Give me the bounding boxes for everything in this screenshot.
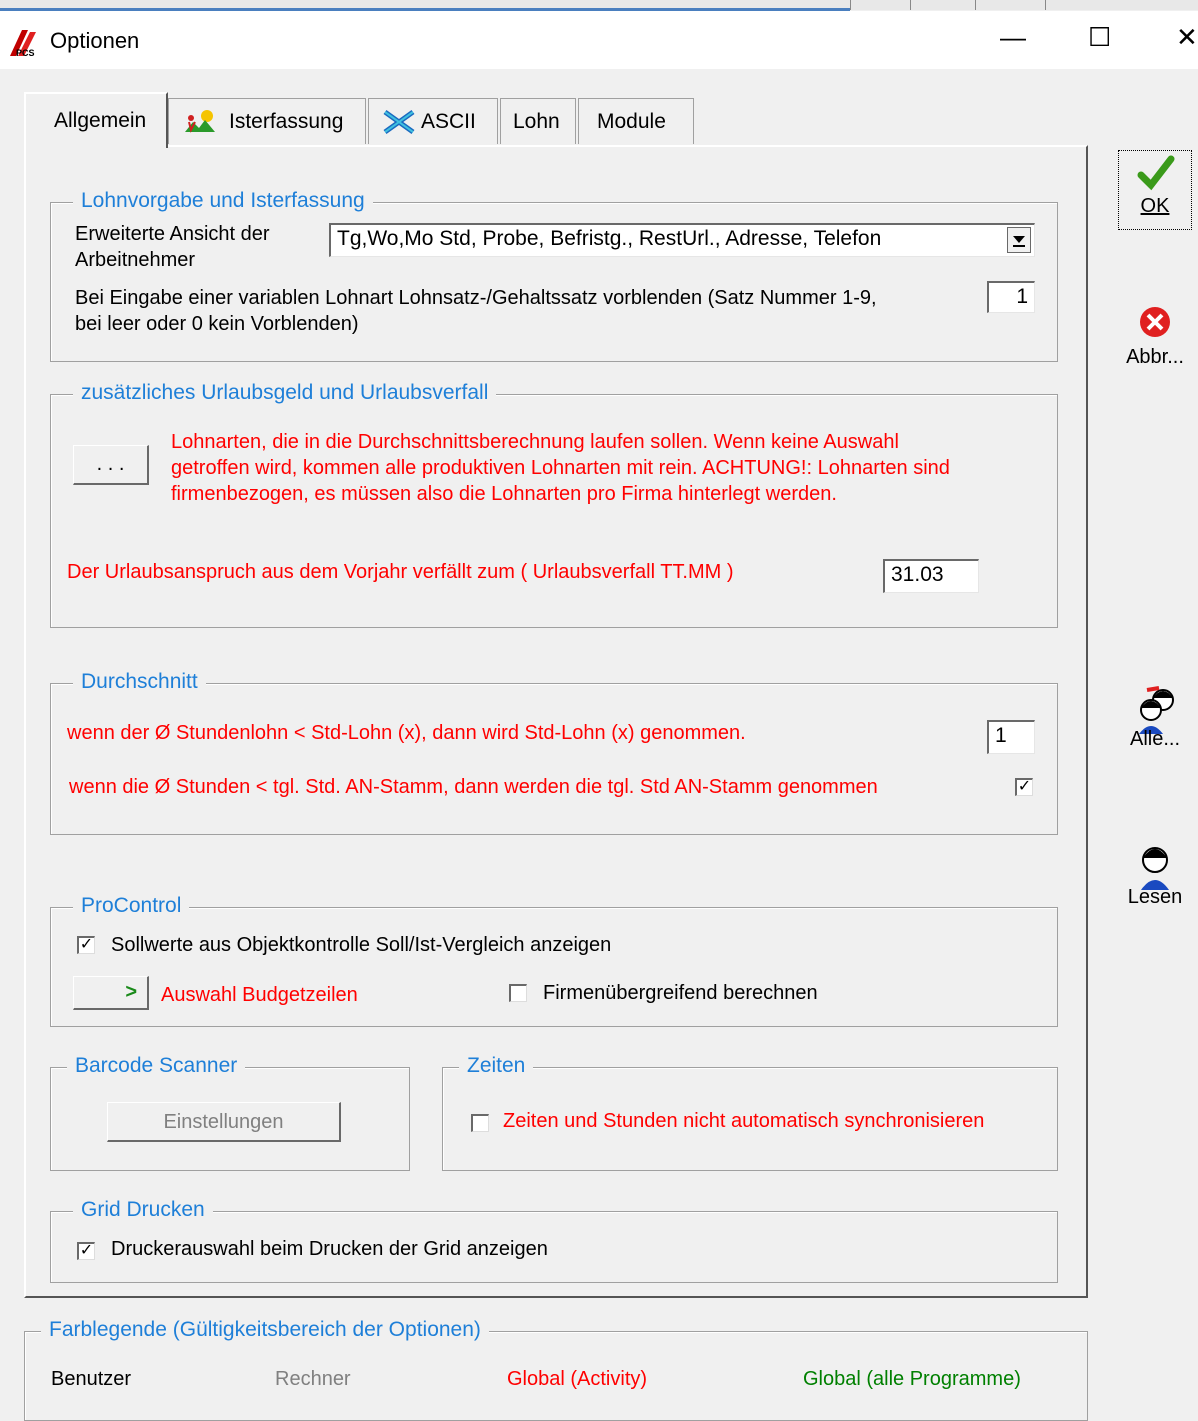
group-legend: Farblegende (Gültigkeitsbereich der Opti… <box>41 1318 489 1342</box>
legend-global-alle: Global (alle Programme) <box>803 1368 1021 1390</box>
ok-label: OK <box>1140 195 1170 217</box>
ascii-icon <box>383 109 415 134</box>
alle-label: Alle... <box>1129 728 1181 750</box>
svg-text:PCS: PCS <box>16 48 35 58</box>
group-legend: Lohnvorgabe und Isterfassung <box>73 189 373 213</box>
ok-button[interactable]: OK <box>1118 150 1192 230</box>
legend-benutzer: Benutzer <box>51 1368 132 1390</box>
budget-select-button[interactable]: > <box>73 976 149 1010</box>
tab-label: Allgemein <box>54 109 147 132</box>
tab-label: Lohn <box>513 109 560 133</box>
lesen-button[interactable]: Lesen <box>1118 838 1192 922</box>
group-lohnvorgabe: Lohnvorgabe und Isterfassung Erweiterte … <box>50 189 1058 362</box>
tab-module[interactable]: Module <box>578 98 694 144</box>
stundenlohn-input[interactable]: 1 <box>987 720 1035 754</box>
erweiterte-label: Erweiterte Ansicht der <box>75 223 270 245</box>
lesen-label: Lesen <box>1127 886 1183 908</box>
variable-label: Bei Eingabe einer variablen Lohnart Lohn… <box>75 287 877 309</box>
checkmark-icon <box>1137 155 1175 191</box>
select-value: Tg,Wo,Mo Std, Probe, Befristg., RestUrl.… <box>337 227 882 250</box>
erweiterte-label-2: Arbeitnehmer <box>75 249 196 271</box>
tab-label: Isterfassung <box>229 109 344 133</box>
stundenlohn-label: wenn der Ø Stundenlohn < Std-Lohn (x), d… <box>67 722 746 744</box>
tab-ascii[interactable]: ASCII <box>368 98 498 144</box>
variable-label-2: bei leer oder 0 kein Vorblenden) <box>75 313 359 335</box>
group-legend: ProControl <box>73 894 190 918</box>
group-legend: Barcode Scanner <box>67 1054 246 1078</box>
tab-allgemein[interactable]: Allgemein <box>24 92 168 148</box>
zeiten-label: Zeiten und Stunden nicht automatisch syn… <box>503 1110 985 1132</box>
cancel-button[interactable]: Abbr... <box>1118 304 1192 374</box>
sollwerte-label: Sollwerte aus Objektkontrolle Soll/Ist-V… <box>111 934 612 956</box>
maximize-button[interactable]: ☐ <box>1088 22 1111 53</box>
budget-label: Auswahl Budgetzeilen <box>161 984 358 1006</box>
erweiterte-select[interactable]: Tg,Wo,Mo Std, Probe, Befristg., RestUrl.… <box>329 223 1035 257</box>
close-button[interactable]: ✕ <box>1176 22 1198 53</box>
group-legend: zusätzliches Urlaubsgeld und Urlaubsverf… <box>73 381 497 405</box>
group-grid-drucken: Grid Drucken ✓ Druckerauswahl beim Druck… <box>50 1198 1058 1283</box>
lohnarten-select-button[interactable]: . . . <box>73 445 149 485</box>
isterfassung-icon <box>185 109 215 133</box>
zeiten-checkbox[interactable] <box>471 1114 489 1132</box>
app-logo-icon: PCS <box>10 30 36 58</box>
group-legend: Durchschnitt <box>73 670 206 694</box>
group-durchschnitt: Durchschnitt wenn der Ø Stundenlohn < St… <box>50 670 1058 835</box>
tab-label: Module <box>597 109 666 133</box>
alle-button[interactable]: Alle... <box>1118 684 1192 768</box>
cancel-label: Abbr... <box>1126 346 1184 368</box>
group-legend: Grid Drucken <box>73 1198 213 1222</box>
urlaubsverfall-label: Der Urlaubsanspruch aus dem Vorjahr verf… <box>67 561 734 583</box>
stunden-checkbox[interactable]: ✓ <box>1015 778 1033 796</box>
dropdown-arrow-icon[interactable] <box>1007 227 1031 253</box>
druckerauswahl-checkbox[interactable]: ✓ <box>77 1242 95 1260</box>
group-procontrol: ProControl ✓ Sollwerte aus Objektkontrol… <box>50 894 1058 1027</box>
cancel-icon <box>1140 307 1170 337</box>
tab-isterfassung[interactable]: Isterfassung <box>168 98 366 144</box>
stunden-label: wenn die Ø Stunden < tgl. Std. AN-Stamm,… <box>69 776 878 798</box>
tab-label: ASCII <box>421 109 476 133</box>
einstellungen-button[interactable]: Einstellungen <box>107 1102 341 1142</box>
sollwerte-checkbox[interactable]: ✓ <box>77 936 95 954</box>
urlaubsverfall-input[interactable]: 31.03 <box>883 559 979 593</box>
minimize-button[interactable]: — <box>1000 22 1026 53</box>
window-title: Optionen <box>50 28 140 53</box>
lohnarten-info-1: Lohnarten, die in die Durchschnittsberec… <box>171 431 899 453</box>
top-strip <box>0 0 1198 11</box>
lohnarten-info-2: getroffen wird, kommen alle produktiven … <box>171 457 950 479</box>
group-farblegende: Farblegende (Gültigkeitsbereich der Opti… <box>24 1318 1088 1421</box>
firmen-label: Firmenübergreifend berechnen <box>543 982 818 1004</box>
legend-rechner: Rechner <box>275 1368 351 1390</box>
variable-satz-input[interactable]: 1 <box>987 281 1035 313</box>
tab-lohn[interactable]: Lohn <box>500 98 576 144</box>
druckerauswahl-label: Druckerauswahl beim Drucken der Grid anz… <box>111 1238 548 1260</box>
lohnarten-info-3: firmenbezogen, es müssen also die Lohnar… <box>171 483 837 505</box>
firmen-checkbox[interactable] <box>509 984 527 1002</box>
user-icon <box>1141 847 1169 890</box>
group-urlaub: zusätzliches Urlaubsgeld und Urlaubsverf… <box>50 381 1058 628</box>
group-legend: Zeiten <box>459 1054 534 1078</box>
legend-global-activity: Global (Activity) <box>507 1368 648 1390</box>
group-barcode: Barcode Scanner Einstellungen <box>50 1054 410 1171</box>
group-zeiten: Zeiten Zeiten und Stunden nicht automati… <box>442 1054 1058 1171</box>
